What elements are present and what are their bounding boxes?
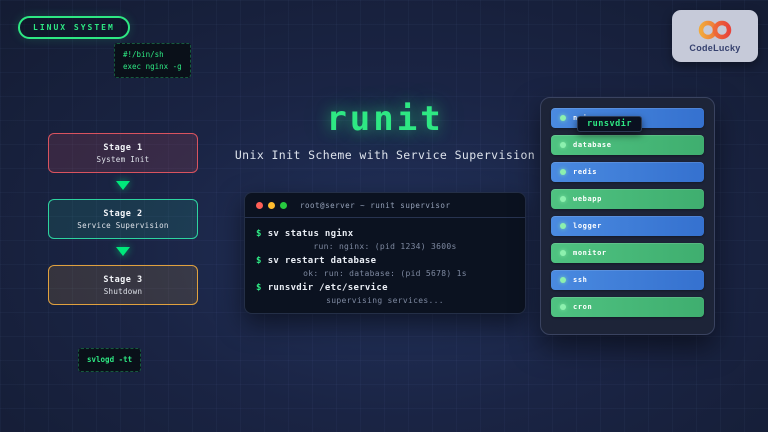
close-icon[interactable] — [256, 202, 263, 209]
stage-box-1: Stage 1 System Init — [48, 133, 198, 173]
page-title: runit — [214, 99, 556, 139]
linux-system-badge: LINUX SYSTEM — [18, 16, 130, 39]
shebang-line-2: exec nginx -g — [123, 62, 182, 71]
stage-1-subtitle: System Init — [97, 155, 150, 164]
command-output: supervising services... — [256, 296, 514, 305]
slide-canvas: LINUX SYSTEM #!/bin/sh exec nginx -g Sta… — [0, 0, 768, 432]
status-dot-icon — [560, 223, 566, 229]
command-output: run: nginx: (pid 1234) 3600s — [256, 242, 514, 251]
maximize-icon[interactable] — [280, 202, 287, 209]
arrow-down-icon — [116, 247, 130, 256]
stage-2-subtitle: Service Supervision — [77, 221, 169, 230]
prompt-symbol: $ — [256, 283, 262, 293]
brand-logo-card: CodeLucky — [672, 10, 758, 62]
brand-name: CodeLucky — [689, 43, 740, 53]
command-text: sv restart database — [268, 256, 377, 266]
stage-box-3: Stage 3 Shutdown — [48, 265, 198, 305]
prompt-symbol: $ — [256, 256, 262, 266]
terminal-title: root@server ~ runit supervisor — [300, 201, 450, 210]
runsvdir-tooltip: runsvdir — [577, 116, 642, 132]
service-name: webapp — [573, 195, 602, 203]
shebang-code-box: #!/bin/sh exec nginx -g — [114, 43, 191, 78]
prompt-symbol: $ — [256, 229, 262, 239]
command-output: ok: run: database: (pid 5678) 1s — [256, 269, 514, 278]
service-bar-webapp: webapp — [551, 189, 704, 209]
command-line: $ runsvdir /etc/service — [256, 283, 514, 293]
stage-flow-diagram: Stage 1 System Init Stage 2 Service Supe… — [48, 133, 198, 305]
stage-3-title: Stage 3 — [103, 275, 142, 285]
service-bar-monitor: monitor — [551, 243, 704, 263]
service-name: logger — [573, 222, 602, 230]
svlogd-code-box: svlogd -tt — [78, 348, 141, 372]
minimize-icon[interactable] — [268, 202, 275, 209]
status-dot-icon — [560, 304, 566, 310]
command-text: sv status nginx — [268, 229, 354, 239]
page-subtitle: Unix Init Scheme with Service Supervisio… — [214, 148, 556, 162]
service-name: cron — [573, 303, 592, 311]
terminal-body: $ sv status nginx run: nginx: (pid 1234) … — [245, 218, 525, 313]
arrow-down-icon — [116, 181, 130, 190]
service-bar-redis: redis — [551, 162, 704, 182]
stage-3-subtitle: Shutdown — [104, 287, 143, 296]
status-dot-icon — [560, 142, 566, 148]
terminal-window: root@server ~ runit supervisor $ sv statu… — [244, 192, 526, 314]
service-bar-nginx: nginx runsvdir — [551, 108, 704, 128]
service-bar-database: database — [551, 135, 704, 155]
service-bar-ssh: ssh — [551, 270, 704, 290]
service-name: redis — [573, 168, 597, 176]
service-bar-cron: cron — [551, 297, 704, 317]
service-bar-logger: logger — [551, 216, 704, 236]
stage-box-2: Stage 2 Service Supervision — [48, 199, 198, 239]
status-dot-icon — [560, 196, 566, 202]
service-name: ssh — [573, 276, 587, 284]
shebang-line-1: #!/bin/sh — [123, 50, 164, 59]
service-name: database — [573, 141, 612, 149]
stage-2-title: Stage 2 — [103, 209, 142, 219]
command-line: $ sv status nginx — [256, 229, 514, 239]
infinity-logo-icon — [696, 20, 734, 40]
command-text: runsvdir /etc/service — [268, 283, 388, 293]
stage-1-title: Stage 1 — [103, 143, 142, 153]
services-panel: nginx runsvdir database redis webapp log… — [540, 97, 715, 335]
status-dot-icon — [560, 250, 566, 256]
terminal-titlebar: root@server ~ runit supervisor — [245, 193, 525, 218]
command-line: $ sv restart database — [256, 256, 514, 266]
status-dot-icon — [560, 277, 566, 283]
status-dot-icon — [560, 115, 566, 121]
hero-section: runit Unix Init Scheme with Service Supe… — [214, 99, 556, 162]
status-dot-icon — [560, 169, 566, 175]
service-name: monitor — [573, 249, 607, 257]
